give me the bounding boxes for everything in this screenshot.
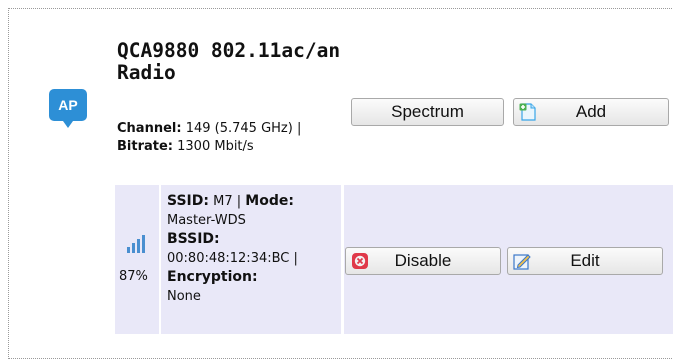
signal-strength-icon	[127, 233, 149, 257]
bssid-label: BSSID:	[167, 231, 220, 247]
radio-title: QCA9880 802.11ac/an Radio	[117, 39, 341, 84]
separator: |	[236, 194, 242, 209]
bitrate-label: Bitrate:	[117, 139, 173, 154]
signal-cell: 87%	[115, 185, 159, 334]
edit-button[interactable]: Edit	[507, 247, 663, 275]
radio-info: Channel: 149 (5.745 GHz) | Bitrate: 1300…	[117, 120, 342, 156]
encryption-label: Encryption:	[167, 269, 258, 285]
add-button[interactable]: Add	[513, 98, 669, 126]
ssid-value: M7	[213, 194, 233, 209]
ap-badge-label: AP	[58, 97, 78, 113]
radio-device-row: AP QCA9880 802.11ac/an Radio Channel: 14…	[0, 0, 673, 185]
encryption-value: None	[167, 289, 201, 304]
bssid-value: 00:80:48:12:34:BC	[167, 251, 290, 266]
channel-value: 149 (5.745 GHz)	[185, 121, 293, 136]
separator: |	[293, 251, 298, 266]
signal-percent: 87%	[119, 269, 148, 284]
mode-value: Master-WDS	[167, 213, 246, 228]
mode-label: Mode:	[245, 193, 294, 209]
edit-button-label: Edit	[570, 251, 600, 270]
separator: |	[296, 121, 302, 136]
disable-button[interactable]: Disable	[345, 247, 501, 275]
bitrate-value: 1300 Mbit/s	[177, 139, 254, 154]
access-point-icon: AP	[49, 89, 87, 128]
ssid-label: SSID:	[167, 193, 209, 209]
channel-label: Channel:	[117, 121, 182, 136]
spectrum-button[interactable]: Spectrum	[351, 98, 504, 126]
disable-button-label: Disable	[394, 251, 452, 270]
network-info-cell: SSID: M7 | Mode: Master-WDS BSSID: 00:80…	[161, 185, 341, 334]
network-info: SSID: M7 | Mode: Master-WDS BSSID: 00:80…	[167, 192, 343, 306]
add-button-label: Add	[575, 102, 607, 121]
spectrum-button-label: Spectrum	[391, 102, 464, 121]
